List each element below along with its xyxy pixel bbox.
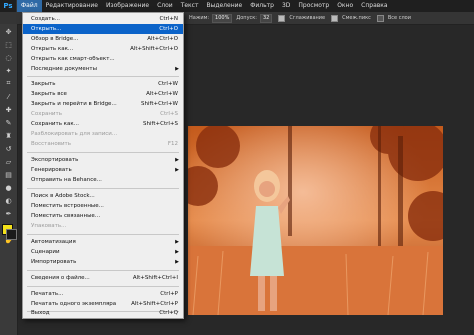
menu-item-file-info[interactable]: Сведения о файле... Alt+Shift+Ctrl+I <box>23 273 183 283</box>
contiguous-label: Смеж.пикс <box>342 15 371 21</box>
opacity-label: Нажим: <box>189 15 210 21</box>
eraser-tool-icon[interactable]: ▱ <box>2 156 15 167</box>
menu-item-new[interactable]: Создать... Ctrl+N <box>23 14 183 24</box>
menu-item-save[interactable]: Сохранить Ctrl+S <box>23 109 183 119</box>
menu-filter[interactable]: Фильтр <box>246 0 278 12</box>
move-tool-icon[interactable]: ✥ <box>2 26 15 37</box>
submenu-arrow-icon: ▶ <box>175 157 179 163</box>
menu-item-scripts[interactable]: Сценарии ▶ <box>23 247 183 257</box>
menu-item-search-stock[interactable]: Поиск в Adobe Stock... <box>23 191 183 201</box>
menu-item-open-as[interactable]: Открыть как... Alt+Shift+Ctrl+O <box>23 44 183 54</box>
menu-separator <box>27 188 179 189</box>
submenu-arrow-icon: ▶ <box>175 259 179 265</box>
menu-type[interactable]: Текст <box>177 0 203 12</box>
antialias-checkbox[interactable] <box>278 14 286 22</box>
stamp-tool-icon[interactable]: ♜ <box>2 130 15 141</box>
menu-item-generate[interactable]: Генерировать ▶ <box>23 165 183 175</box>
submenu-arrow-icon: ▶ <box>175 66 179 72</box>
healing-tool-icon[interactable]: ✚ <box>2 104 15 115</box>
document-photo[interactable] <box>188 126 443 315</box>
menu-image[interactable]: Изображение <box>102 0 153 12</box>
menu-item-export[interactable]: Экспортировать ▶ <box>23 155 183 165</box>
menu-separator <box>27 76 179 77</box>
photoshop-logo: Ps <box>0 0 17 12</box>
menu-item-exit[interactable]: Выход Ctrl+Q <box>23 308 183 318</box>
tools-panel: ✥ ⬚ ◌ ✦ ⌗ ⁄ ✚ ✎ ♜ ↺ ▱ ▤ ● ◐ ✒ T ✋ <box>0 24 18 335</box>
magic-wand-tool-icon[interactable]: ✦ <box>2 65 15 76</box>
dodge-tool-icon[interactable]: ◐ <box>2 195 15 206</box>
crop-tool-icon[interactable]: ⌗ <box>2 78 15 89</box>
submenu-arrow-icon: ▶ <box>175 167 179 173</box>
menu-separator <box>27 270 179 271</box>
menu-item-recent[interactable]: Последние документы ▶ <box>23 64 183 74</box>
antialias-label: Сглаживание <box>289 15 326 21</box>
menu-3d[interactable]: 3D <box>278 0 294 12</box>
menu-item-open[interactable]: Открыть... Ctrl+O <box>23 24 183 34</box>
menu-item-close-go-bridge[interactable]: Закрыть и перейти в Bridge... Shift+Ctrl+… <box>23 99 183 109</box>
menu-separator <box>27 152 179 153</box>
menu-item-automate[interactable]: Автоматизация ▶ <box>23 237 183 247</box>
menu-item-place-linked[interactable]: Поместить связанные... <box>23 211 183 221</box>
marquee-tool-icon[interactable]: ⬚ <box>2 39 15 50</box>
menu-item-open-smart-object[interactable]: Открыть как смарт-объект... <box>23 54 183 64</box>
menu-edit[interactable]: Редактирование <box>42 0 102 12</box>
menu-layers[interactable]: Слои <box>153 0 177 12</box>
pen-tool-icon[interactable]: ✒ <box>2 208 15 219</box>
menu-item-package[interactable]: Упаковать... <box>23 221 183 231</box>
all-layers-checkbox[interactable] <box>376 14 384 22</box>
menu-bar: Ps Файл Редактирование Изображение Слои … <box>0 0 474 12</box>
blur-tool-icon[interactable]: ● <box>2 182 15 193</box>
menu-item-browse-bridge[interactable]: Обзор в Bridge... Alt+Ctrl+O <box>23 34 183 44</box>
menu-item-save-as[interactable]: Сохранить как... Shift+Ctrl+S <box>23 119 183 129</box>
eyedropper-tool-icon[interactable]: ⁄ <box>2 91 15 102</box>
menu-item-revert[interactable]: Восстановить F12 <box>23 139 183 149</box>
menu-help[interactable]: Справка <box>357 0 391 12</box>
menu-window[interactable]: Окно <box>333 0 357 12</box>
brush-tool-icon[interactable]: ✎ <box>2 117 15 128</box>
lasso-tool-icon[interactable]: ◌ <box>2 52 15 63</box>
file-menu-dropdown: Создать... Ctrl+N Открыть... Ctrl+O Обзор … <box>22 12 184 319</box>
opacity-field[interactable]: 100% <box>212 13 233 23</box>
history-brush-tool-icon[interactable]: ↺ <box>2 143 15 154</box>
menu-item-close-all[interactable]: Закрыть все Alt+Ctrl+W <box>23 89 183 99</box>
menu-select[interactable]: Выделение <box>202 0 246 12</box>
background-color-swatch[interactable] <box>6 229 17 240</box>
menu-item-close[interactable]: Закрыть Ctrl+W <box>23 79 183 89</box>
menu-view[interactable]: Просмотр <box>294 0 333 12</box>
tolerance-label: Допуск: <box>236 15 257 21</box>
menu-item-place-embedded[interactable]: Поместить встроенные... <box>23 201 183 211</box>
photo-image <box>188 126 443 315</box>
gradient-tool-icon[interactable]: ▤ <box>2 169 15 180</box>
contiguous-checkbox[interactable] <box>331 14 339 22</box>
menu-item-share-behance[interactable]: Отправить на Behance... <box>23 175 183 185</box>
menu-item-print[interactable]: Печатать... Ctrl+P <box>23 289 183 299</box>
menu-separator <box>27 286 179 287</box>
submenu-arrow-icon: ▶ <box>175 249 179 255</box>
menu-file[interactable]: Файл <box>17 0 42 12</box>
menu-item-import[interactable]: Импортировать ▶ <box>23 257 183 267</box>
menu-item-unlock-write[interactable]: Разблокировать для записи... <box>23 129 183 139</box>
all-layers-label: Все слои <box>387 15 411 21</box>
tolerance-field[interactable]: 32 <box>260 13 273 23</box>
submenu-arrow-icon: ▶ <box>175 239 179 245</box>
menu-separator <box>27 234 179 235</box>
